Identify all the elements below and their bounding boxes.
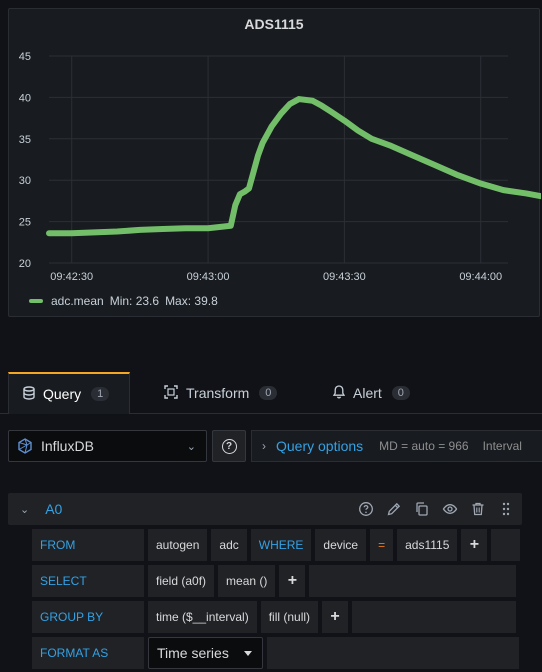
format-as-select[interactable]: Time series <box>148 637 263 669</box>
add-where-button[interactable]: + <box>461 529 488 561</box>
add-group-by-button[interactable]: + <box>322 601 349 633</box>
chevron-down-icon: ⌄ <box>186 441 196 453</box>
format-as-row: FORMAT AS Time series <box>32 637 519 669</box>
x-tick-label: 09:42:30 <box>50 271 93 283</box>
legend-swatch[interactable] <box>29 299 43 303</box>
from-row-filler <box>491 529 521 561</box>
retention-policy-segment[interactable]: autogen <box>148 529 208 561</box>
format-as-row-filler <box>267 637 519 669</box>
y-tick-label: 30 <box>19 175 31 187</box>
fill-segment[interactable]: fill (null) <box>260 601 319 633</box>
x-tick-label: 09:43:00 <box>187 271 230 283</box>
x-tick-label: 09:43:30 <box>323 271 366 283</box>
query-actions <box>358 501 514 517</box>
chevron-right-icon: › <box>262 439 266 453</box>
y-tick-label: 20 <box>19 258 31 270</box>
datasource-picker[interactable]: InfluxDB ⌄ <box>8 430 207 462</box>
format-as-label: FORMAT AS <box>32 637 144 669</box>
line-chart: 20 25 30 35 40 45 09:42:30 09:43:00 09:43:30 09:4… <box>19 51 541 283</box>
query-options-md: MD = auto = 966 <box>379 439 469 453</box>
tab-transform[interactable]: Transform 0 <box>150 372 291 414</box>
operator-segment[interactable]: = <box>370 529 394 561</box>
aggregate-fn-segment[interactable]: mean () <box>218 565 276 597</box>
select-row: SELECT field (a0f) mean () + <box>32 565 517 597</box>
series-line <box>46 96 541 237</box>
drag-handle-icon[interactable] <box>498 501 514 517</box>
measurement-segment[interactable]: adc <box>211 529 247 561</box>
tab-alert-label: Alert <box>353 385 382 401</box>
legend-max: Max: 39.8 <box>165 294 218 308</box>
query-options-interval: Interval <box>482 439 522 453</box>
group-by-row: GROUP BY time ($__interval) fill (null) … <box>32 601 517 633</box>
tab-transform-count: 0 <box>259 386 278 400</box>
database-icon <box>23 385 35 403</box>
bell-icon <box>332 384 346 402</box>
select-label: SELECT <box>32 565 144 597</box>
transform-icon <box>164 384 178 402</box>
datasource-name: InfluxDB <box>41 438 94 454</box>
legend-series-name[interactable]: adc.mean <box>51 294 104 308</box>
tag-key-segment[interactable]: device <box>315 529 367 561</box>
help-button[interactable]: ? <box>212 430 246 462</box>
legend-min: Min: 23.6 <box>109 294 160 308</box>
pencil-icon[interactable] <box>386 501 402 517</box>
add-select-button[interactable]: + <box>279 565 306 597</box>
y-tick-label: 45 <box>19 51 31 63</box>
y-tick-label: 35 <box>19 134 31 146</box>
x-tick-label: 09:44:00 <box>459 271 502 283</box>
where-keyword: WHERE <box>250 529 312 561</box>
tab-alert-count: 0 <box>391 386 410 400</box>
trash-icon[interactable] <box>470 501 486 517</box>
y-tick-label: 40 <box>19 92 31 104</box>
copy-icon[interactable] <box>414 501 430 517</box>
collapse-chevron-icon[interactable]: ⌄ <box>20 503 29 516</box>
from-label: FROM <box>32 529 144 561</box>
tag-value-segment[interactable]: ads1115 <box>397 529 458 561</box>
tab-transform-label: Transform <box>186 385 250 401</box>
field-segment[interactable]: field (a0f) <box>148 565 215 597</box>
tab-alert[interactable]: Alert 0 <box>319 372 424 414</box>
group-by-label: GROUP BY <box>32 601 144 633</box>
from-row: FROM autogen adc WHERE device = ads1115 … <box>32 529 521 561</box>
query-name[interactable]: A0 <box>45 501 62 517</box>
query-options-bar[interactable]: › Query options MD = auto = 966 Interval <box>251 430 542 462</box>
query-options-title[interactable]: Query options <box>276 438 363 454</box>
question-icon: ? <box>221 438 237 454</box>
y-tick-label: 25 <box>19 217 31 229</box>
query-header: ⌄ A0 <box>8 493 522 525</box>
eye-icon[interactable] <box>442 501 458 517</box>
tab-query-label: Query <box>43 386 82 402</box>
select-row-filler <box>309 565 517 597</box>
caret-down-icon <box>244 651 252 656</box>
influxdb-logo-icon <box>18 438 32 454</box>
legend: adc.mean Min: 23.6 Max: 39.8 <box>29 294 224 308</box>
format-as-value: Time series <box>157 645 229 661</box>
editor-tabs: Query 1 Transform 0 Alert 0 <box>0 372 542 414</box>
datasource-row: InfluxDB ⌄ ? › Query options MD = auto =… <box>0 430 542 462</box>
time-interval-segment[interactable]: time ($__interval) <box>148 601 257 633</box>
graph-panel: ADS1115 20 25 30 35 40 45 09:42:30 09:43:00 09:4… <box>8 8 541 317</box>
help-icon[interactable] <box>358 501 374 517</box>
tab-query[interactable]: Query 1 <box>8 372 130 414</box>
tab-query-count: 1 <box>91 387 110 401</box>
group-by-row-filler <box>352 601 517 633</box>
